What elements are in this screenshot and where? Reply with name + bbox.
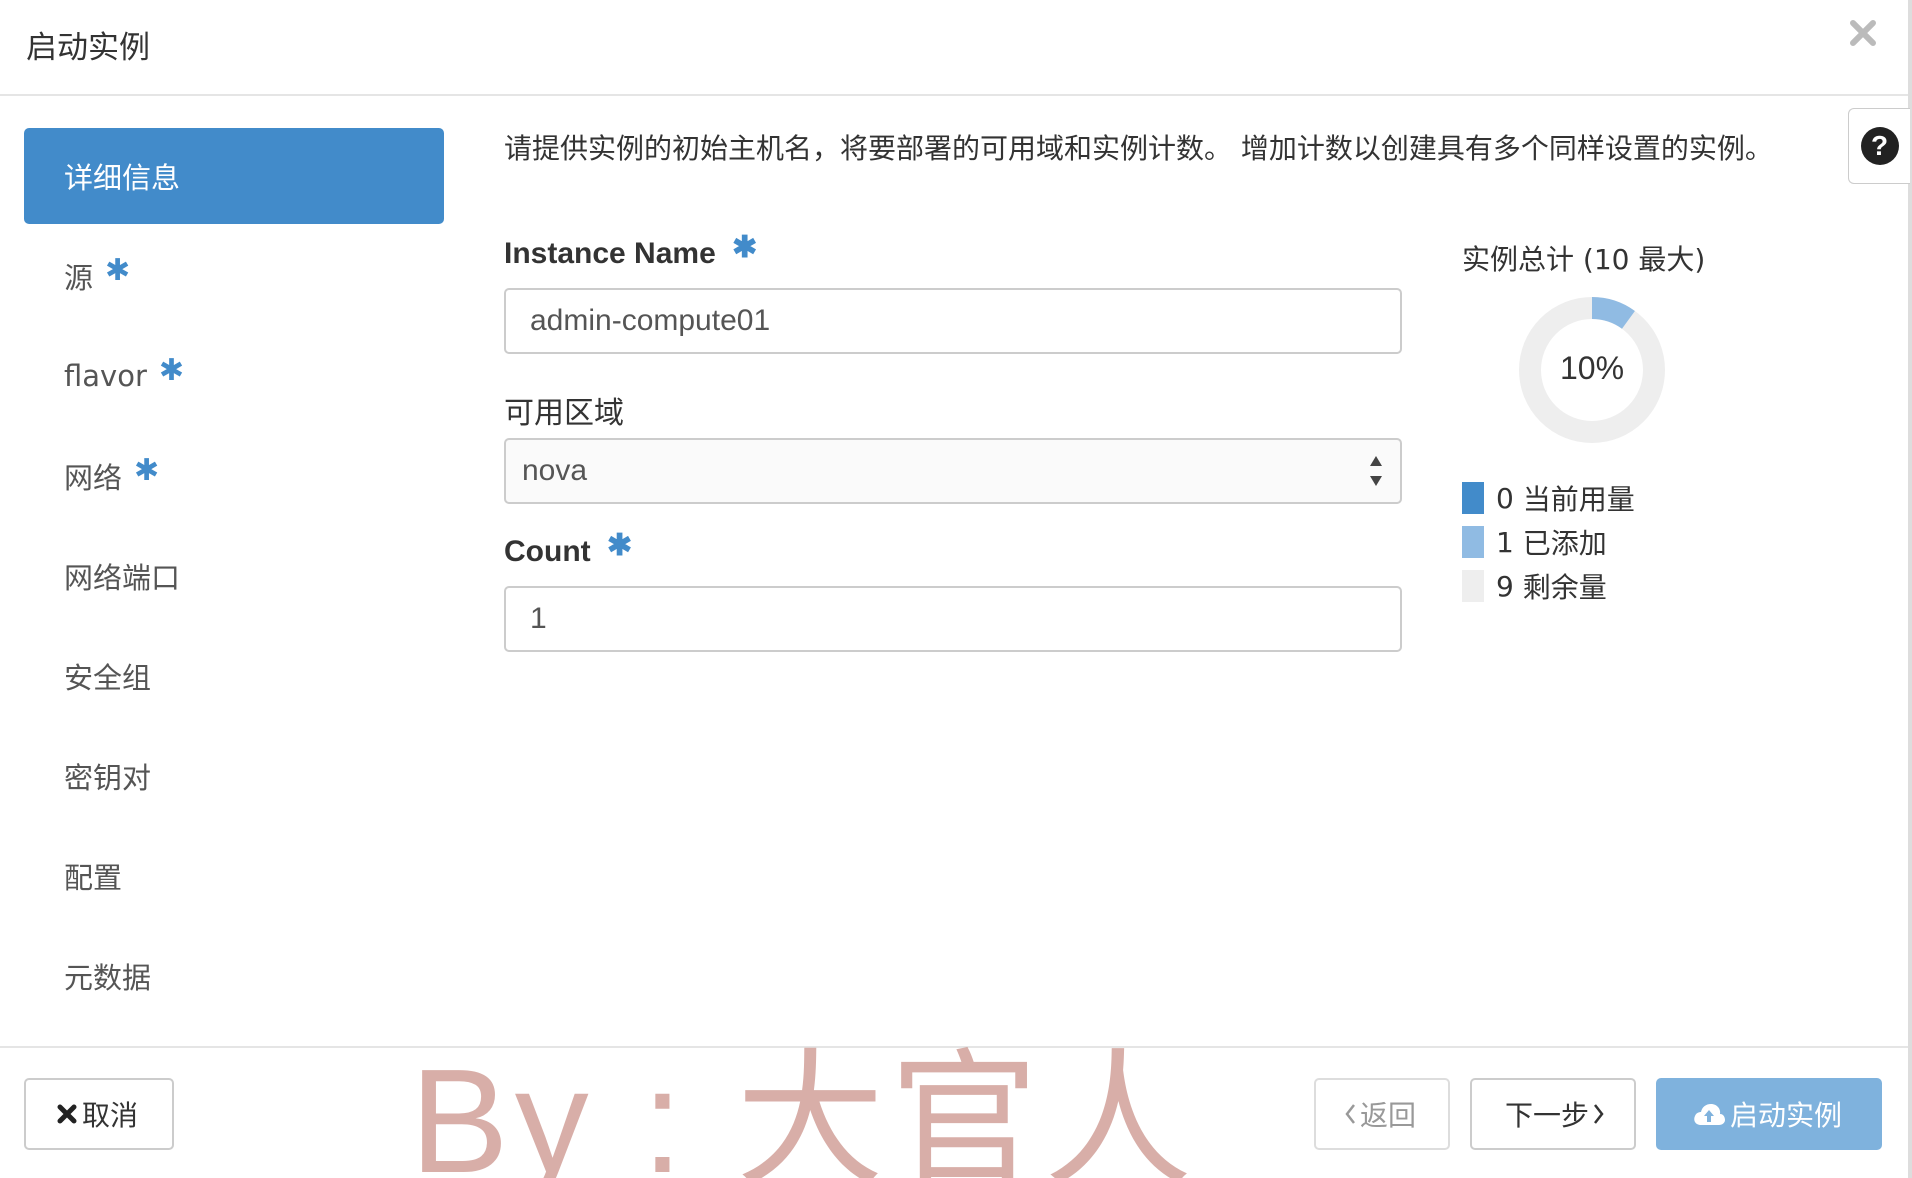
select-arrows-icon — [1368, 454, 1384, 488]
sidebar-item-label: 源 — [64, 261, 94, 295]
required-icon: ✱ — [134, 452, 160, 488]
sidebar-item-source[interactable]: 源 ✱ — [24, 228, 444, 324]
close-icon[interactable] — [1846, 16, 1880, 50]
instance-name-input[interactable]: admin-compute01 — [504, 288, 1402, 354]
dialog-title: 启动实例 — [26, 30, 150, 66]
sidebar-item-label: 网络 — [64, 461, 123, 495]
legend-value: 0 — [1496, 481, 1514, 515]
chevron-left-icon — [1345, 1104, 1355, 1124]
legend-swatch — [1462, 526, 1484, 558]
sidebar-item-network-ports[interactable]: 网络端口 — [24, 528, 444, 624]
legend-value: 9 — [1496, 569, 1514, 603]
select-value: nova — [522, 454, 588, 487]
close-icon — [57, 1104, 77, 1124]
sidebar-item-details[interactable]: 详细信息 — [24, 128, 444, 224]
legend-item-remaining: 9 剩余量 — [1462, 564, 1635, 608]
availability-zone-select[interactable]: nova — [504, 438, 1402, 504]
required-icon: ✱ — [105, 252, 131, 288]
sidebar-item-label: 密钥对 — [64, 761, 152, 795]
count-input[interactable]: 1 — [504, 586, 1402, 652]
button-label: 取消 — [81, 1099, 138, 1132]
sidebar-item-label: flavor — [64, 359, 147, 393]
button-label: 返回 — [1359, 1099, 1416, 1132]
legend-label: 已添加 — [1522, 527, 1607, 560]
step-description: 请提供实例的初始主机名，将要部署的可用域和实例计数。 增加计数以创建具有多个同样… — [504, 132, 1773, 165]
sidebar-item-label: 详细信息 — [64, 161, 181, 195]
sidebar-item-label: 网络端口 — [64, 561, 181, 595]
sidebar-item-label: 安全组 — [64, 661, 152, 695]
chevron-right-icon — [1594, 1104, 1604, 1124]
launch-instance-button[interactable]: 启动实例 — [1656, 1078, 1882, 1150]
button-label: 下一步 — [1504, 1099, 1589, 1132]
cancel-button[interactable]: 取消 — [24, 1078, 174, 1150]
sidebar-item-key-pair[interactable]: 密钥对 — [24, 728, 444, 824]
availability-zone-label: 可用区域 — [504, 396, 624, 431]
required-icon: ✱ — [606, 529, 633, 562]
input-value: 1 — [530, 602, 547, 635]
sidebar-item-label: 元数据 — [64, 961, 152, 995]
help-icon[interactable]: ? — [1848, 108, 1910, 184]
back-button[interactable]: 返回 — [1314, 1078, 1450, 1150]
button-label: 启动实例 — [1729, 1099, 1842, 1132]
legend-value: 1 — [1496, 525, 1514, 559]
question-mark-icon: ? — [1860, 127, 1899, 165]
legend-swatch — [1462, 570, 1484, 602]
legend-swatch — [1462, 482, 1484, 514]
legend-item-current: 0 当前用量 — [1462, 476, 1635, 520]
instance-name-label: Instance Name ✱ — [504, 231, 757, 271]
required-icon: ✱ — [732, 231, 758, 264]
field-label-text: Instance Name — [504, 237, 716, 270]
wizard-sidebar: 详细信息 源 ✱ flavor ✱ 网络 ✱ 网络端口 安全组 密钥对 配置 元… — [24, 128, 444, 1028]
legend-item-added: 1 已添加 — [1462, 520, 1635, 564]
dialog-header: 启动实例 — [0, 0, 1912, 96]
required-icon: ✱ — [158, 352, 185, 388]
sidebar-item-network[interactable]: 网络 ✱ — [24, 428, 444, 524]
quota-legend: 0 当前用量 1 已添加 9 剩余量 — [1462, 476, 1635, 608]
watermark-text: By : 大官人 — [410, 1039, 1199, 1178]
count-label: Count ✱ — [504, 529, 632, 569]
quota-title: 实例总计 (10 最大) — [1462, 243, 1706, 276]
cloud-upload-icon — [1694, 1104, 1725, 1125]
legend-label: 剩余量 — [1522, 571, 1607, 604]
field-label-text: Count — [504, 535, 591, 568]
sidebar-item-flavor[interactable]: flavor ✱ — [24, 328, 444, 424]
next-button[interactable]: 下一步 — [1470, 1078, 1636, 1150]
legend-label: 当前用量 — [1522, 483, 1635, 516]
sidebar-item-metadata[interactable]: 元数据 — [24, 928, 444, 1024]
input-value: admin-compute01 — [530, 304, 771, 337]
sidebar-item-configuration[interactable]: 配置 — [24, 828, 444, 924]
sidebar-item-security-groups[interactable]: 安全组 — [24, 628, 444, 724]
quota-percent: 10% — [1559, 350, 1625, 386]
sidebar-item-label: 配置 — [64, 861, 123, 895]
